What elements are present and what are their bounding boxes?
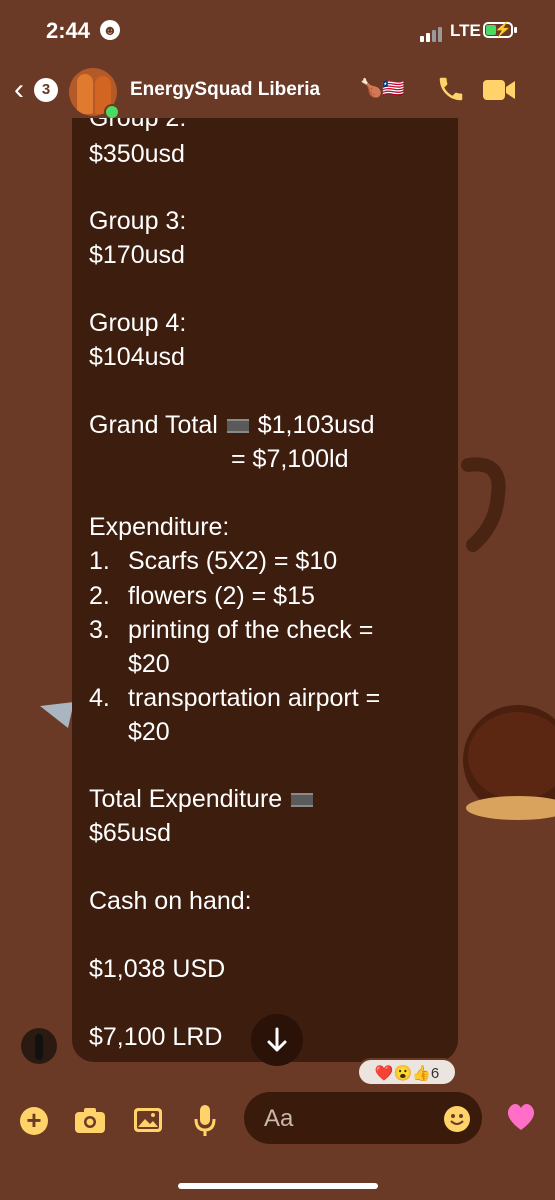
list-number: 2. — [89, 582, 110, 610]
back-arrow-icon[interactable]: ‹ — [14, 75, 24, 105]
reactions-pill[interactable]: ❤️😮👍6 — [357, 1058, 457, 1086]
message-line: $7,100 LRD — [89, 1023, 223, 1051]
scroll-down-button[interactable] — [251, 1014, 303, 1066]
message-bubble[interactable]: Group 2: $350usd Group 3: $170usd Group … — [72, 118, 458, 1062]
battery-icon: ⚡ — [483, 21, 513, 38]
sender-avatar[interactable] — [21, 1028, 57, 1064]
grand-total-value: $1,103usd — [257, 411, 375, 439]
message-line: $350usd — [89, 140, 185, 168]
message-line: $104usd — [89, 343, 185, 371]
list-number: 1. — [89, 547, 110, 575]
message-text: Group 2: $350usd Group 3: $170usd Group … — [89, 118, 449, 1058]
network-label: LTE — [450, 21, 481, 40]
phone-icon[interactable] — [436, 74, 466, 109]
message-line: Expenditure: — [89, 513, 230, 541]
message-line: Cash on hand: — [89, 887, 252, 915]
message-line: $1,038 USD — [89, 955, 226, 983]
list-item-continuation: $20 — [128, 718, 170, 746]
chat-title[interactable]: EnergySquad Liberia — [130, 79, 320, 101]
message-line: $170usd — [89, 241, 185, 269]
total-expenditure-label: Total Expenditure — [89, 785, 283, 813]
background-donut-decoration — [458, 690, 555, 830]
plus-icon[interactable]: + — [20, 1107, 48, 1135]
message-line: Group 3: — [89, 207, 187, 235]
signal-icon — [420, 24, 444, 42]
list-item: Scarfs (5X2) = $10 — [128, 547, 338, 575]
reaction-emojis: ❤️😮👍 — [374, 1065, 431, 1082]
message-line: Grand Total $1,103usd — [89, 411, 374, 440]
battery-tip — [514, 27, 517, 33]
composer-bar: + Aa — [0, 1090, 555, 1160]
message-line: = $7,100ld — [231, 445, 349, 473]
list-item: printing of the check = — [128, 616, 374, 644]
list-item-continuation: $20 — [128, 650, 170, 678]
grand-total-label: Grand Total — [89, 411, 218, 439]
heart-icon[interactable] — [505, 1102, 537, 1139]
list-number: 4. — [89, 684, 110, 712]
equals-emoji-icon — [291, 793, 314, 808]
message-input-placeholder: Aa — [264, 1105, 294, 1132]
list-number: 3. — [89, 616, 110, 644]
chat-title-emoji: 🍗🇱🇷 — [360, 78, 405, 98]
home-indicator[interactable] — [178, 1183, 378, 1189]
message-line: Group 4: — [89, 309, 187, 337]
message-line: $65usd — [89, 819, 172, 847]
mic-icon[interactable] — [193, 1104, 217, 1143]
status-bar: 2:44 ☻ LTE ⚡ — [0, 0, 555, 60]
equals-emoji-icon — [226, 419, 249, 434]
scroll-down-icon — [267, 1027, 287, 1052]
list-item: transportation airport = — [128, 684, 381, 712]
reaction-count: 6 — [430, 1065, 440, 1082]
unread-badge[interactable]: 3 — [34, 78, 58, 102]
status-smiley-icon: ☻ — [100, 20, 120, 40]
chat-header: ‹ 3 EnergySquad Liberia 🍗🇱🇷 — [0, 60, 555, 120]
message-line: Group 2: — [89, 118, 187, 132]
emoji-icon[interactable] — [444, 1106, 470, 1132]
status-time: 2:44 — [46, 18, 91, 43]
camera-icon[interactable] — [74, 1106, 106, 1139]
message-line: Total Expenditure — [89, 785, 315, 814]
gallery-icon[interactable] — [133, 1106, 163, 1139]
background-pretzel-decoration — [458, 455, 508, 565]
list-item: flowers (2) = $15 — [128, 582, 315, 610]
video-call-icon[interactable] — [482, 78, 516, 107]
